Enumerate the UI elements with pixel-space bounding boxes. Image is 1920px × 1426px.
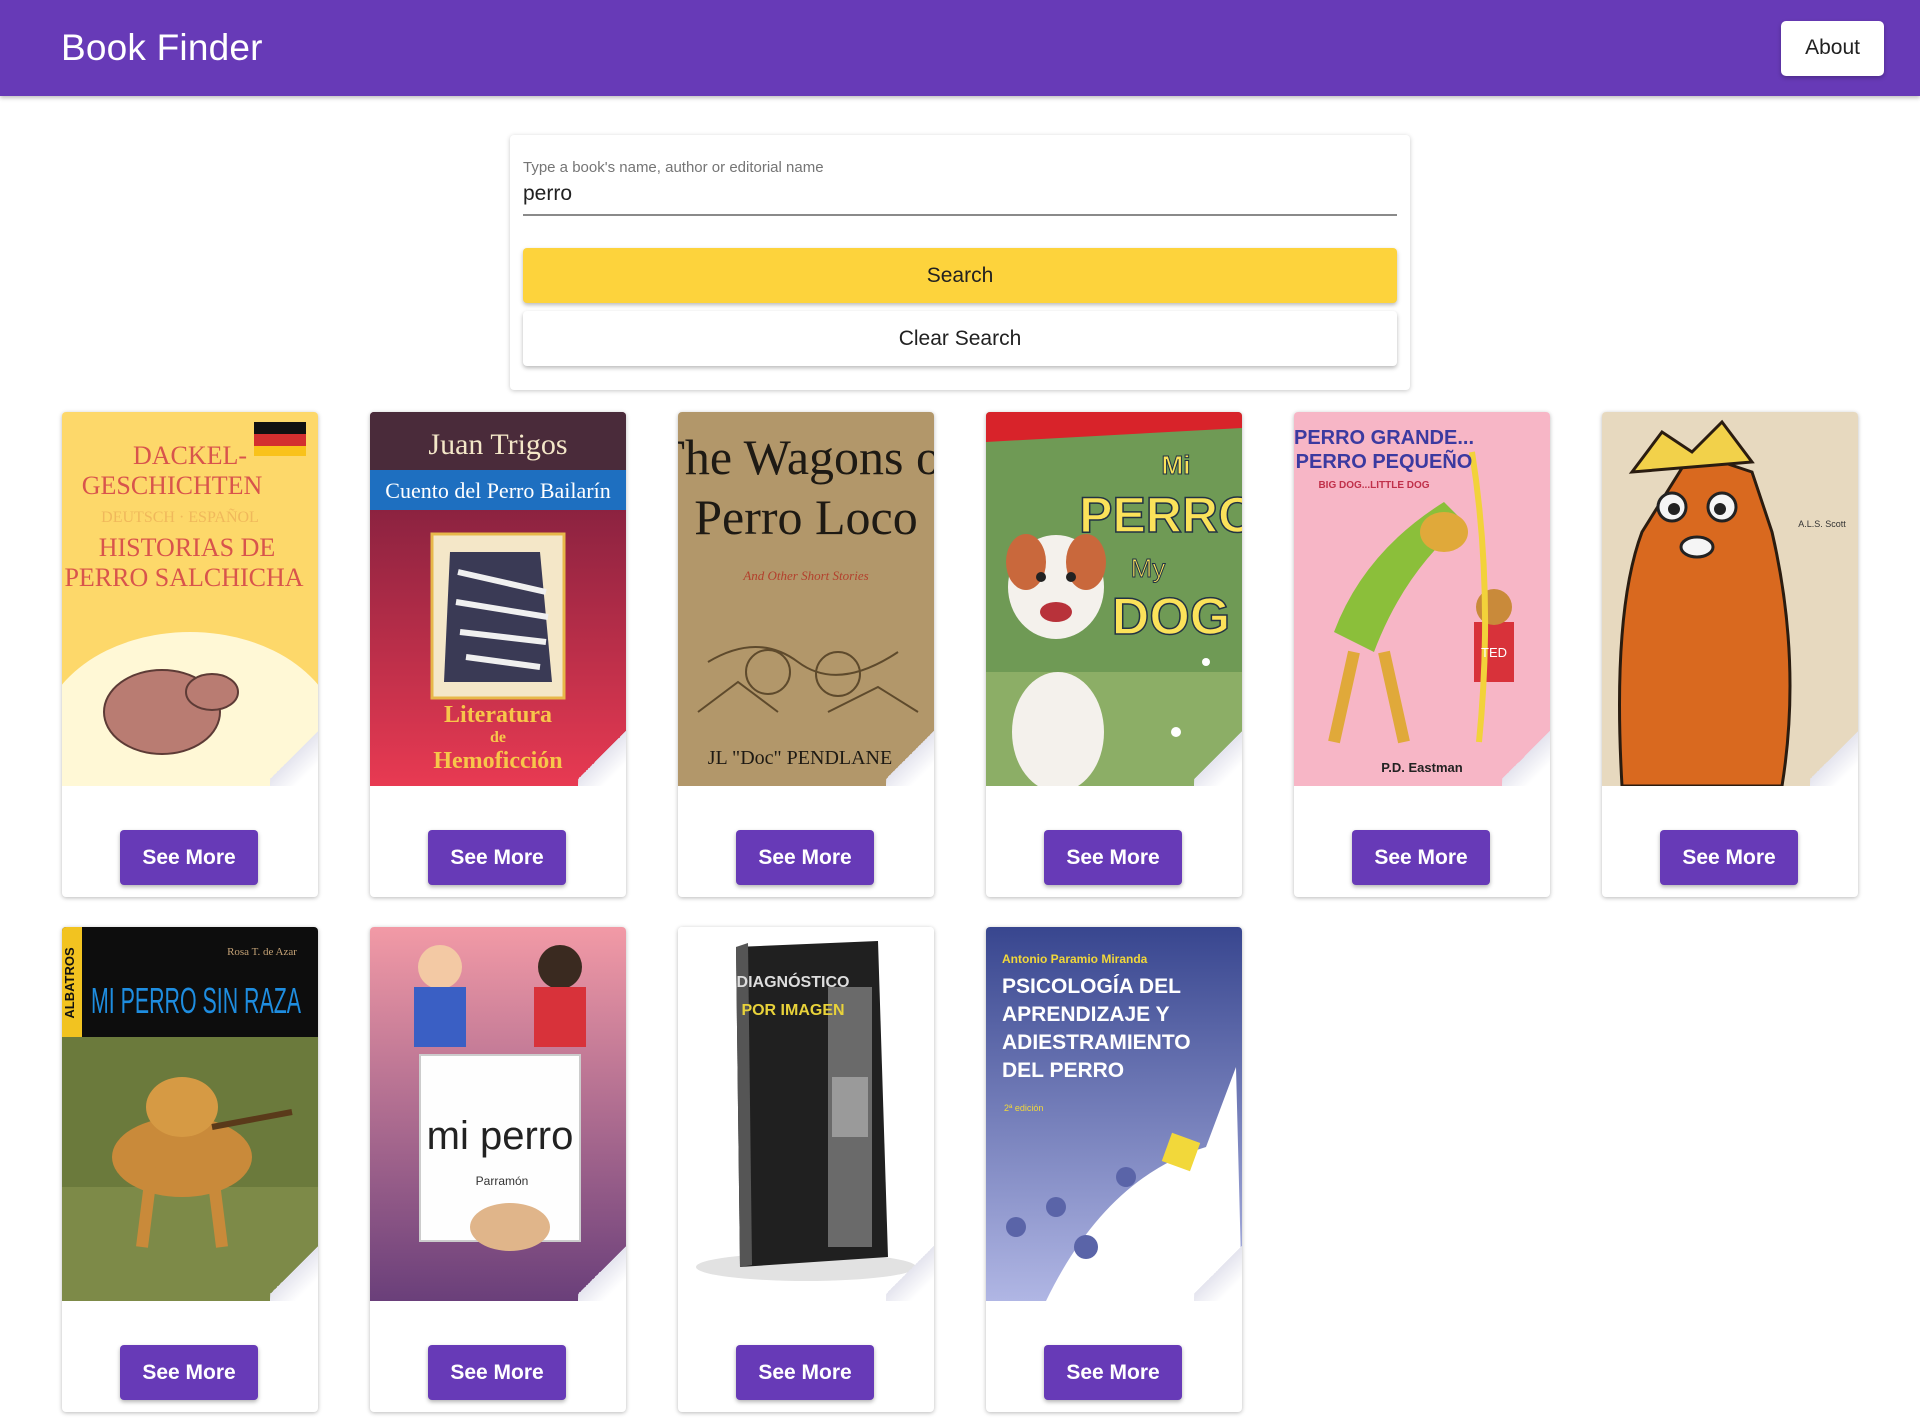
book-cover[interactable]: PERRO GRANDE... PERRO PEQUEÑO BIG DOG...… (1294, 412, 1550, 786)
book-card: ALBATROS Rosa T. de Azar MI PERRO SIN RA… (62, 927, 318, 1412)
cover-text: DOG (1112, 588, 1230, 646)
search-input[interactable] (523, 176, 1397, 216)
cover-text: And Other Short Stories (742, 568, 868, 583)
cover-text: A.L.S. Scott (1798, 519, 1846, 529)
book-card: DACKEL- GESCHICHTEN DEUTSCH · ESPAÑOL HI… (62, 412, 318, 897)
cover-text: APRENDIZAJE Y (1002, 1003, 1170, 1026)
see-more-button[interactable]: See More (120, 1345, 258, 1400)
cover-text: de (490, 729, 506, 746)
see-more-button[interactable]: See More (1044, 1345, 1182, 1400)
book-card: Antonio Paramio Miranda PSICOLOGÍA DEL A… (986, 927, 1242, 1412)
cover-text: Mi (1162, 450, 1191, 480)
see-more-button[interactable]: See More (736, 1345, 874, 1400)
cover-text: DIAGNÓSTICO (737, 972, 850, 991)
book-cover[interactable]: DACKEL- GESCHICHTEN DEUTSCH · ESPAÑOL HI… (62, 412, 318, 786)
cover-text: Juan Trigos (428, 428, 567, 461)
cover-text: Hemoficción (433, 748, 562, 774)
cover-text: DACKEL- (133, 441, 247, 470)
see-more-button[interactable]: See More (120, 830, 258, 885)
see-more-button[interactable]: See More (428, 1345, 566, 1400)
cover-text: HISTORIAS DE (99, 533, 275, 562)
see-more-button[interactable]: See More (1660, 830, 1798, 885)
book-cover[interactable]: Mi PERRO My DOG (986, 412, 1242, 786)
clear-search-button[interactable]: Clear Search (523, 311, 1397, 366)
book-cover[interactable]: Juan Trigos Cuento del Perro Bailarín Li… (370, 412, 626, 786)
cover-text: mi perro (427, 1114, 574, 1158)
book-card: Juan Trigos Cuento del Perro Bailarín Li… (370, 412, 626, 897)
cover-text: P.D. Eastman (1381, 760, 1462, 775)
book-card: PERRO GRANDE... PERRO PEQUEÑO BIG DOG...… (1294, 412, 1550, 897)
book-card: A.L.S. Scott See More (1602, 412, 1858, 897)
book-card: The Wagons of Perro Loco And Other Short… (678, 412, 934, 897)
app-bar: Book Finder About (0, 0, 1920, 96)
cover-text: Rosa T. de Azar (227, 946, 297, 958)
cover-text: 2ª edición (1004, 1103, 1043, 1113)
cover-text: DEUTSCH · ESPAÑOL (101, 508, 259, 526)
cover-text: Cuento del Perro Bailarín (385, 478, 610, 503)
cover-text: TED (1481, 645, 1507, 660)
cover-text: ADIESTRAMIENTO (1002, 1031, 1191, 1054)
see-more-button[interactable]: See More (736, 830, 874, 885)
cover-text: The Wagons of (678, 429, 934, 485)
cover-text: PERRO GRANDE... (1294, 427, 1474, 449)
book-grid: DACKEL- GESCHICHTEN DEUTSCH · ESPAÑOL HI… (62, 412, 1858, 1412)
book-card: DIAGNÓSTICO POR IMAGEN See More (678, 927, 934, 1412)
cover-text: PERRO (1079, 487, 1242, 543)
see-more-button[interactable]: See More (1044, 830, 1182, 885)
cover-text: Parramón (476, 1174, 529, 1188)
cover-text: My (1131, 553, 1166, 583)
cover-text: JL "Doc" PENDLANE (708, 747, 892, 769)
book-cover[interactable]: DIAGNÓSTICO POR IMAGEN (678, 927, 934, 1301)
book-cover[interactable]: The Wagons of Perro Loco And Other Short… (678, 412, 934, 786)
cover-text: Antonio Paramio Miranda (1002, 952, 1148, 966)
app-title: Book Finder (61, 27, 263, 68)
cover-text: MI PERRO SIN RAZA (91, 980, 301, 1021)
book-cover[interactable]: mi perro Parramón (370, 927, 626, 1301)
book-card: mi perro Parramón See More (370, 927, 626, 1412)
see-more-button[interactable]: See More (428, 830, 566, 885)
search-field-label: Type a book's name, author or editorial … (523, 159, 824, 176)
book-cover[interactable]: Antonio Paramio Miranda PSICOLOGÍA DEL A… (986, 927, 1242, 1301)
see-more-button[interactable]: See More (1352, 830, 1490, 885)
cover-text: PERRO PEQUEÑO (1296, 450, 1473, 473)
cover-text: Literatura (444, 702, 552, 728)
book-cover[interactable]: A.L.S. Scott (1602, 412, 1858, 786)
search-card: Type a book's name, author or editorial … (510, 135, 1410, 390)
cover-text: GESCHICHTEN (82, 471, 263, 500)
cover-text: BIG DOG...LITTLE DOG (1318, 480, 1429, 491)
book-card: Mi PERRO My DOG See More (986, 412, 1242, 897)
cover-text: POR IMAGEN (741, 1002, 844, 1019)
book-cover[interactable]: ALBATROS Rosa T. de Azar MI PERRO SIN RA… (62, 927, 318, 1301)
cover-text: PSICOLOGÍA DEL (1002, 975, 1181, 998)
cover-text: ALBATROS (62, 947, 77, 1019)
cover-text: PERRO SALCHICHA (64, 563, 303, 592)
cover-text: Perro Loco (694, 489, 918, 545)
search-button[interactable]: Search (523, 248, 1397, 303)
cover-text: DEL PERRO (1002, 1059, 1124, 1082)
about-button[interactable]: About (1781, 20, 1884, 76)
